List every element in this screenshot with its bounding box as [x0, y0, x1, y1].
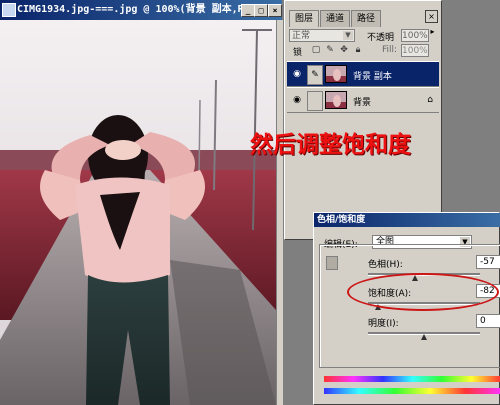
opacity-label: 不透明 [367, 33, 395, 43]
lock-all-icon[interactable]: 🔒︎ [353, 45, 363, 55]
document-icon [2, 3, 16, 17]
document-titlebar[interactable]: CIMG1934.jpg-===.jpg @ 100%(背景 副本,RGB) _… [0, 0, 282, 20]
tab-layers[interactable]: 图层 [289, 10, 320, 27]
close-button[interactable]: × [268, 4, 282, 17]
panel-close-icon[interactable]: × [425, 10, 438, 23]
eye-icon[interactable]: ◉ [291, 95, 303, 105]
layers-panel: 图层 通道 路径 × ▸ 正常 ▼ 不透明 100% 锁 ▢ ✎ ✥ 🔒︎ Fi… [284, 0, 442, 240]
lock-paint-icon[interactable]: ✎ [325, 45, 335, 55]
opacity-field[interactable]: 100% [401, 29, 429, 42]
hue-field[interactable]: -57 [476, 255, 500, 269]
blend-row: 正常 ▼ 不透明 100% [289, 29, 439, 43]
tab-paths[interactable]: 路径 [351, 10, 382, 27]
dialog-title[interactable]: 色相/饱和度 [314, 213, 500, 227]
lock-move-icon[interactable]: ✥ [339, 45, 349, 55]
lightness-label: 明度(I): [368, 319, 399, 329]
layer-row-background[interactable]: ◉ 背景 ⌂ [287, 87, 439, 113]
fill-label: Fill: [382, 45, 398, 55]
shifted-spectrum-bar [324, 388, 500, 394]
hue-label: 色相(H): [368, 260, 403, 270]
blend-mode-select[interactable]: 正常 ▼ [289, 29, 355, 42]
chevron-down-icon: ▼ [343, 31, 353, 40]
annotation-text: 然后调整饱和度 [250, 132, 411, 158]
maximize-button[interactable]: □ [254, 4, 268, 17]
link-slot[interactable] [307, 91, 323, 111]
blend-mode-value: 正常 [292, 31, 311, 41]
lightness-field[interactable]: 0 [476, 314, 500, 328]
lock-label: 锁 [293, 48, 303, 58]
lock-transparency-icon[interactable]: ▢ [311, 45, 321, 55]
document-window: CIMG1934.jpg-===.jpg @ 100%(背景 副本,RGB) _… [0, 0, 283, 405]
layer-row-background-copy[interactable]: ◉ ✎ 背景 副本 [287, 61, 439, 87]
tab-channels[interactable]: 通道 [320, 10, 351, 27]
eye-icon[interactable]: ◉ [291, 69, 303, 79]
panel-tabs: 图层 通道 路径 [289, 10, 382, 27]
photo-canvas[interactable] [0, 20, 276, 405]
fill-field[interactable]: 100% [401, 44, 429, 57]
photo-image [0, 20, 276, 405]
document-scrollbar[interactable] [276, 20, 283, 405]
layer-thumbnail [325, 91, 347, 109]
layer-name: 背景 副本 [353, 72, 392, 82]
lock-icon: ⌂ [427, 95, 433, 105]
layer-name: 背景 [353, 98, 372, 108]
color-swatch [326, 256, 338, 270]
brush-icon[interactable]: ✎ [307, 65, 323, 85]
lightness-slider-thumb[interactable] [421, 334, 427, 340]
document-title: CIMG1934.jpg-===.jpg @ 100%(背景 副本,RGB) [17, 4, 262, 15]
highlight-ellipse [347, 273, 499, 311]
lock-row: 锁 ▢ ✎ ✥ 🔒︎ Fill: 100% [289, 44, 439, 58]
hue-spectrum-bar [324, 376, 500, 382]
minimize-button[interactable]: _ [241, 4, 255, 17]
layer-thumbnail [325, 65, 347, 83]
